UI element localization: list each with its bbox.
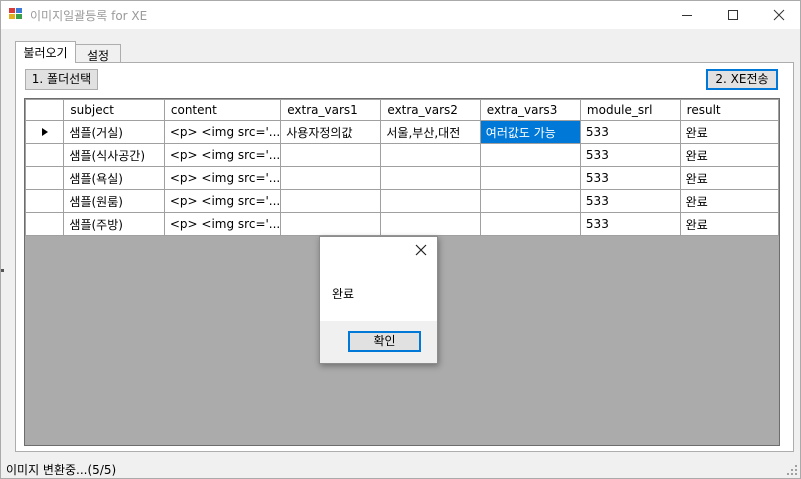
xe-send-button[interactable]: 2. XE전송 (706, 69, 778, 90)
column-header-subject[interactable]: subject (63, 99, 165, 121)
table-row[interactable]: 샘플(원룸) <p> <img src='... 533 완료 (25, 189, 779, 213)
cell-content[interactable]: <p> <img src='... (163, 143, 282, 167)
cell-extra-vars2[interactable]: 서울,부산,대전 (380, 120, 481, 144)
maximize-icon (728, 10, 738, 20)
status-text: 이미지 변환중...(5/5) (6, 463, 117, 477)
tab-settings-label: 설정 (86, 49, 110, 63)
cell-result[interactable]: 완료 (679, 143, 779, 167)
cell-extra-vars1[interactable] (280, 166, 382, 190)
cell-module-srl[interactable]: 533 (579, 189, 681, 213)
app-window-icon (9, 8, 23, 20)
column-header-content[interactable]: content (163, 99, 282, 121)
cell-subject[interactable]: 샘플(욕실) (63, 166, 165, 190)
table-row[interactable]: 샘플(식사공간) <p> <img src='... 533 완료 (25, 143, 779, 167)
grid-header-row: subject content extra_vars1 extra_vars2 … (25, 99, 779, 121)
cell-extra-vars2[interactable] (380, 189, 481, 213)
close-button[interactable] (756, 1, 801, 29)
tab-load[interactable]: 불러오기 (15, 41, 76, 63)
cell-extra-vars2[interactable] (380, 166, 481, 190)
close-icon (415, 244, 427, 256)
table-row[interactable]: 샘플(욕실) <p> <img src='... 533 완료 (25, 166, 779, 190)
cell-extra-vars3[interactable] (479, 212, 581, 236)
cell-subject[interactable]: 샘플(주방) (63, 212, 165, 236)
window-title: 이미지일괄등록 for XE (30, 9, 148, 23)
title-bar[interactable]: 이미지일괄등록 for XE (1, 1, 800, 29)
cell-extra-vars1[interactable] (280, 189, 382, 213)
row-header[interactable] (25, 120, 65, 144)
close-icon (773, 9, 785, 21)
cell-extra-vars2[interactable] (380, 212, 481, 236)
column-header-extra-vars3[interactable]: extra_vars3 (479, 99, 581, 121)
cell-extra-vars3[interactable]: 여러값도 가능 (479, 120, 581, 144)
cell-content[interactable]: <p> <img src='... (163, 212, 282, 236)
cell-extra-vars1[interactable] (280, 143, 382, 167)
column-header-module-srl[interactable]: module_srl (579, 99, 681, 121)
row-header[interactable] (25, 189, 65, 213)
app-window: 이미지일괄등록 for XE 불러오기 설정 1. 폴더선택 2. XE전송 s… (0, 0, 801, 479)
resize-grip-icon[interactable] (786, 464, 798, 476)
row-header[interactable] (25, 212, 65, 236)
row-header[interactable] (25, 166, 65, 190)
window-edge-mark (1, 269, 4, 272)
cell-result[interactable]: 완료 (679, 120, 779, 144)
dialog-close-button[interactable] (413, 242, 429, 258)
maximize-button[interactable] (710, 1, 756, 29)
dialog-ok-button[interactable]: 확인 (348, 331, 421, 352)
cell-content[interactable]: <p> <img src='... (163, 189, 282, 213)
tab-settings[interactable]: 설정 (76, 44, 121, 64)
row-header[interactable] (25, 143, 65, 167)
cell-result[interactable]: 완료 (679, 189, 779, 213)
select-folder-button[interactable]: 1. 폴더선택 (25, 69, 98, 90)
dialog-footer: 확인 (320, 321, 437, 363)
cell-content[interactable]: <p> <img src='... (163, 120, 282, 144)
current-row-arrow-icon (41, 128, 48, 136)
minimize-button[interactable] (664, 1, 710, 29)
cell-extra-vars3[interactable] (479, 166, 581, 190)
cell-result[interactable]: 완료 (679, 212, 779, 236)
column-header-extra-vars2[interactable]: extra_vars2 (380, 99, 481, 121)
cell-extra-vars3[interactable] (479, 143, 581, 167)
table-row[interactable]: 샘플(주방) <p> <img src='... 533 완료 (25, 212, 779, 236)
completion-dialog: 완료 확인 (319, 236, 438, 364)
grid-table: subject content extra_vars1 extra_vars2 … (25, 99, 779, 236)
cell-module-srl[interactable]: 533 (579, 120, 681, 144)
status-bar: 이미지 변환중...(5/5) (1, 458, 800, 478)
cell-module-srl[interactable]: 533 (579, 212, 681, 236)
dialog-message: 완료 (332, 287, 355, 301)
column-header-result[interactable]: result (679, 99, 779, 121)
cell-subject[interactable]: 샘플(거실) (63, 120, 165, 144)
cell-subject[interactable]: 샘플(식사공간) (63, 143, 165, 167)
table-row[interactable]: 샘플(거실) <p> <img src='... 사용자정의값 서울,부산,대전… (25, 120, 779, 144)
cell-extra-vars3[interactable] (479, 189, 581, 213)
cell-extra-vars1[interactable] (280, 212, 382, 236)
cell-module-srl[interactable]: 533 (579, 143, 681, 167)
cell-result[interactable]: 완료 (679, 166, 779, 190)
tab-load-label: 불러오기 (23, 46, 68, 60)
cell-extra-vars2[interactable] (380, 143, 481, 167)
column-header-extra-vars1[interactable]: extra_vars1 (280, 99, 382, 121)
row-header-corner (25, 99, 65, 121)
cell-extra-vars1[interactable]: 사용자정의값 (280, 120, 382, 144)
cell-module-srl[interactable]: 533 (579, 166, 681, 190)
cell-content[interactable]: <p> <img src='... (163, 166, 282, 190)
minimize-icon (682, 15, 692, 16)
cell-subject[interactable]: 샘플(원룸) (63, 189, 165, 213)
